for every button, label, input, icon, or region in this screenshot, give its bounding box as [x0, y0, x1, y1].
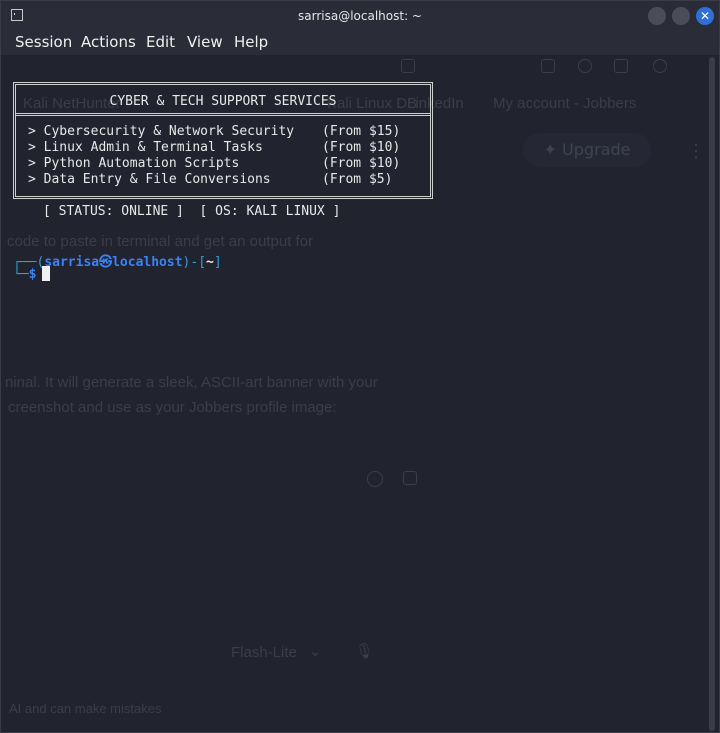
- service-price: (From $5): [322, 172, 393, 187]
- banner-divider: [16, 113, 430, 116]
- bg-download-icon: [367, 471, 383, 487]
- prompt-bracket: ]: [213, 255, 222, 270]
- menu-edit[interactable]: Edit: [146, 33, 175, 51]
- bg-model-label: Flash-Lite: [231, 644, 297, 661]
- bg-text-line-2: ninal. It will generate a sleek, ASCII-a…: [5, 374, 378, 391]
- bg-chevron-down-icon: ⌄: [309, 643, 322, 660]
- window-title: sarrisa@localhost: ~: [298, 9, 422, 23]
- service-name: > Cybersecurity & Network Security: [28, 124, 295, 139]
- menu-help[interactable]: Help: [234, 33, 268, 51]
- service-row: > Data Entry & File Conversions (From $5): [28, 172, 392, 187]
- minimize-button[interactable]: [648, 7, 666, 25]
- bg-upgrade-button: ✦ Upgrade: [523, 133, 651, 167]
- prompt-user-host: sarrisa㉿localhost: [44, 255, 183, 270]
- service-row: > Linux Admin & Terminal Tasks (From $10): [28, 140, 400, 155]
- service-price: (From $10): [322, 156, 401, 171]
- service-name: > Python Automation Scripts: [28, 156, 240, 171]
- menu-view[interactable]: View: [187, 33, 223, 51]
- profile-icon: [578, 59, 592, 73]
- extension-icon: [614, 59, 628, 73]
- scrollbar-thumb[interactable]: [709, 57, 715, 731]
- bg-text-line-3: creenshot and use as your Jobbers profil…: [8, 399, 337, 416]
- prompt-corner: └─: [13, 267, 29, 282]
- title-bar[interactable]: sarrisa@localhost: ~ ✕: [1, 1, 719, 31]
- service-row: > Python Automation Scripts (From $10): [28, 156, 400, 171]
- text-cursor: [42, 266, 51, 281]
- bg-text-line-1: code to paste in terminal and get an out…: [7, 233, 314, 250]
- bg-more-icon: ⋮: [687, 141, 705, 161]
- close-button[interactable]: ✕: [696, 7, 714, 25]
- command-line[interactable]: └─$: [13, 266, 51, 282]
- maximize-button[interactable]: [672, 7, 690, 25]
- bg-tab-4: My account - Jobbers: [493, 95, 637, 112]
- prompt-cwd: ~: [206, 255, 214, 270]
- service-price: (From $15): [322, 124, 401, 139]
- menu-session[interactable]: Session: [15, 33, 72, 51]
- menu-bar: Session Actions Edit View Help: [1, 31, 719, 55]
- service-name: > Data Entry & File Conversions: [28, 172, 271, 187]
- terminal-window: Kali NetHunter Kali Linux DB LinkedIn My…: [0, 0, 720, 733]
- status-line: [ STATUS: ONLINE ] [ OS: KALI LINUX ]: [43, 204, 341, 219]
- bg-copy-icon: [403, 471, 417, 485]
- download-icon: [541, 59, 555, 73]
- banner-title: CYBER & TECH SUPPORT SERVICES: [109, 94, 337, 109]
- service-row: > Cybersecurity & Network Security (From …: [28, 124, 400, 139]
- star-icon: [401, 59, 415, 73]
- prompt-symbol: $: [28, 267, 37, 282]
- bg-mic-icon: 🎙: [355, 643, 375, 660]
- service-name: > Linux Admin & Terminal Tasks: [28, 140, 263, 155]
- prompt-bracket: )-[: [182, 255, 207, 270]
- scrollbar[interactable]: [709, 57, 715, 732]
- service-price: (From $10): [322, 140, 401, 155]
- avatar-icon: [653, 59, 667, 73]
- bg-disclaimer: AI and can make mistakes: [9, 701, 162, 716]
- menu-actions[interactable]: Actions: [81, 33, 136, 51]
